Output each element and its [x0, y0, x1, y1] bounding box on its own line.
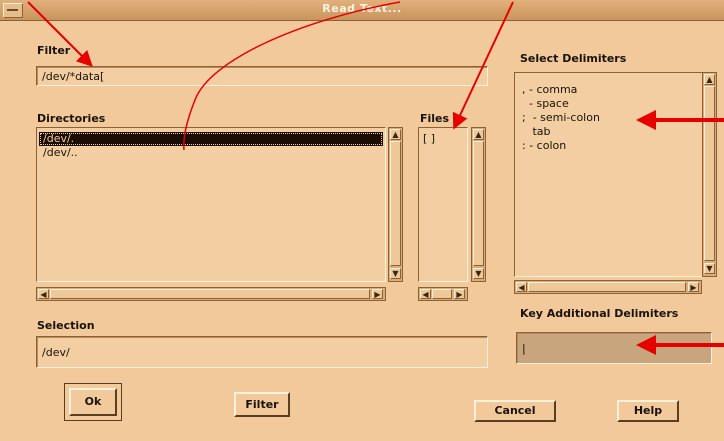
ok-button[interactable]: Ok	[69, 388, 117, 416]
files-hscroll-thumb[interactable]	[432, 289, 452, 299]
scroll-up-icon[interactable]: ▲	[473, 129, 484, 140]
selection-input[interactable]: /dev/	[36, 336, 488, 368]
files-label: Files	[420, 112, 450, 125]
window-title: Read Text...	[322, 2, 402, 15]
scroll-left-icon[interactable]: ◀	[516, 282, 527, 292]
selection-label: Selection	[37, 319, 95, 332]
title-bar: Read Text...	[0, 0, 724, 21]
directories-label: Directories	[37, 112, 106, 125]
directory-item-parent[interactable]: /dev/..	[39, 146, 385, 160]
files-list[interactable]: [ ]	[418, 127, 468, 282]
directory-item-current[interactable]: /dev/.	[39, 132, 383, 146]
directories-vertical-scrollbar[interactable]: ▲ ▼	[388, 127, 403, 282]
scroll-left-icon[interactable]: ◀	[38, 289, 49, 299]
delimiters-scroll-thumb[interactable]	[704, 86, 715, 261]
additional-delimiters-input[interactable]: |	[516, 332, 712, 364]
directories-scroll-thumb[interactable]	[390, 141, 401, 266]
delimiter-item-semicolon[interactable]: ; - semi-colon	[518, 111, 703, 125]
scroll-right-icon[interactable]: ▶	[372, 289, 383, 299]
files-horizontal-scrollbar[interactable]: ◀ ▶	[418, 287, 468, 301]
scroll-up-icon[interactable]: ▲	[390, 129, 401, 140]
scroll-down-icon[interactable]: ▼	[473, 268, 484, 279]
directories-list[interactable]: /dev/. /dev/..	[36, 127, 386, 282]
directories-hscroll-thumb[interactable]	[50, 289, 370, 299]
files-scroll-thumb[interactable]	[473, 141, 484, 266]
files-vertical-scrollbar[interactable]: ▲ ▼	[471, 127, 486, 282]
delimiter-item-space[interactable]: - space	[518, 97, 703, 111]
delimiters-hscroll-thumb[interactable]	[528, 282, 686, 292]
delimiters-list[interactable]: , - comma - space ; - semi-colon tab : -…	[514, 72, 704, 277]
scroll-down-icon[interactable]: ▼	[704, 263, 715, 274]
filter-label: Filter	[37, 44, 71, 57]
cancel-button[interactable]: Cancel	[474, 400, 556, 422]
scroll-right-icon[interactable]: ▶	[688, 282, 699, 292]
scroll-right-icon[interactable]: ▶	[454, 289, 465, 299]
help-button[interactable]: Help	[617, 400, 679, 422]
additional-delimiters-label: Key Additional Delimiters	[520, 307, 679, 320]
directories-horizontal-scrollbar[interactable]: ◀ ▶	[36, 287, 386, 301]
delimiter-item-comma[interactable]: , - comma	[518, 83, 703, 97]
scroll-down-icon[interactable]: ▼	[390, 268, 401, 279]
delimiters-horizontal-scrollbar[interactable]: ◀ ▶	[514, 280, 702, 294]
delimiters-label: Select Delimiters	[520, 52, 627, 65]
delimiters-vertical-scrollbar[interactable]: ▲ ▼	[702, 72, 717, 277]
delimiter-item-tab[interactable]: tab	[518, 125, 703, 139]
scroll-left-icon[interactable]: ◀	[420, 289, 431, 299]
delimiter-item-colon[interactable]: : - colon	[518, 139, 703, 153]
filter-input[interactable]: /dev/*data[	[36, 66, 488, 86]
file-item[interactable]: [ ]	[419, 132, 467, 146]
scroll-up-icon[interactable]: ▲	[704, 74, 715, 85]
filter-button[interactable]: Filter	[234, 392, 290, 417]
